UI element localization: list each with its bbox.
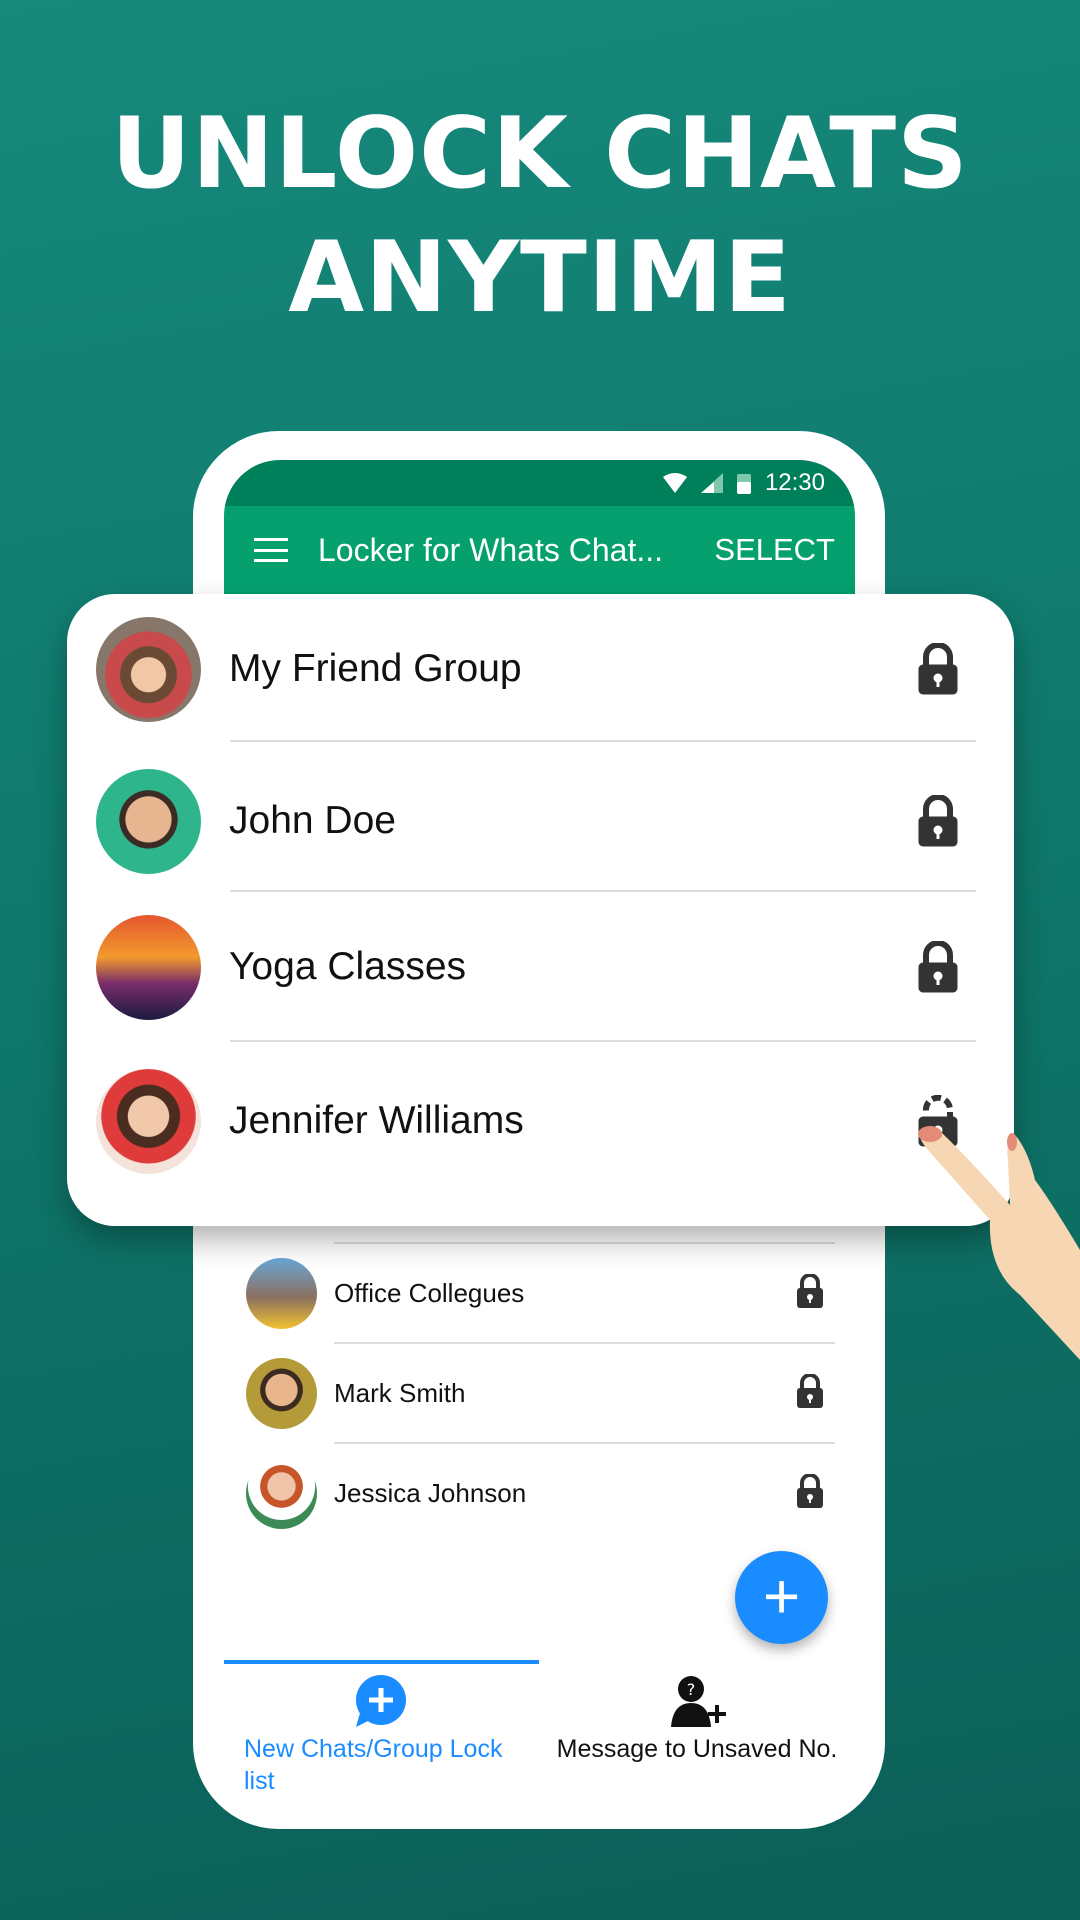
tab-label: New Chats/Group Lock list [244, 1735, 503, 1795]
app-title: Locker for Whats Chat... [318, 531, 664, 568]
lock-icon[interactable] [917, 643, 959, 695]
divider [230, 1040, 976, 1042]
chat-row-john-doe[interactable]: John Doe [67, 746, 1014, 896]
chat-name: John Doe [229, 799, 396, 842]
tab-message-to-unsaved-number[interactable]: ? Message to Unsaved No. [552, 1675, 842, 1765]
chat-name: Yoga Classes [229, 945, 467, 988]
unknown-contact-add-icon: ? [671, 1676, 726, 1727]
lock-icon[interactable] [796, 1474, 824, 1508]
menu-icon[interactable] [254, 538, 288, 562]
battery-icon [736, 474, 751, 494]
lock-icon[interactable] [917, 941, 959, 993]
chat-name: Office Collegues [334, 1278, 525, 1308]
headline-line2: ANYTIME [288, 221, 792, 335]
divider [230, 740, 976, 742]
svg-text:?: ? [687, 1680, 696, 1699]
chat-row-office-collegues[interactable]: Office Collegues [224, 1244, 855, 1344]
headline-line1: UNLOCK CHATS [111, 97, 969, 211]
lock-icon[interactable] [796, 1274, 824, 1308]
pointing-hand-illustration [918, 1126, 1080, 1360]
chat-row-jessica-johnson[interactable]: Jessica Johnson [224, 1444, 855, 1544]
avatar [246, 1358, 317, 1429]
lock-icon[interactable] [796, 1374, 824, 1408]
headline: UNLOCK CHATS ANYTIME [0, 92, 1080, 340]
avatar [96, 768, 201, 874]
avatar [96, 914, 201, 1020]
chat-row-yoga-classes[interactable]: Yoga Classes [67, 892, 1014, 1042]
tab-label: Message to Unsaved No. [556, 1735, 838, 1763]
avatar [96, 616, 201, 722]
signal-icon [700, 473, 723, 493]
avatar [96, 1068, 201, 1174]
add-chat-fab[interactable]: + [735, 1551, 828, 1644]
chat-row-my-friend-group[interactable]: My Friend Group [67, 594, 1014, 744]
status-time: 12:30 [764, 469, 825, 496]
chat-name: My Friend Group [229, 647, 522, 690]
chat-row-jennifer-williams[interactable]: Jennifer Williams [67, 1046, 1014, 1196]
chat-name: Mark Smith [334, 1378, 466, 1408]
select-button[interactable]: SELECT [714, 532, 835, 568]
wifi-icon [662, 473, 687, 493]
featured-chat-card: My Friend Group John Doe Yoga Classes Je… [67, 594, 1014, 1226]
avatar [246, 1458, 317, 1529]
toolbar: Locker for Whats Chat... SELECT [224, 506, 855, 594]
tab-new-chats-group-lock-list[interactable]: New Chats/Group Lock list [244, 1675, 534, 1797]
chat-name: Jennifer Williams [229, 1099, 524, 1142]
chat-row-mark-smith[interactable]: Mark Smith [224, 1344, 855, 1444]
avatar [246, 1258, 317, 1329]
lock-icon[interactable] [917, 795, 959, 847]
status-bar: 12:30 [224, 460, 855, 506]
chat-name: Jessica Johnson [334, 1478, 527, 1508]
chat-plus-icon [356, 1675, 406, 1727]
active-tab-indicator [224, 1660, 539, 1664]
